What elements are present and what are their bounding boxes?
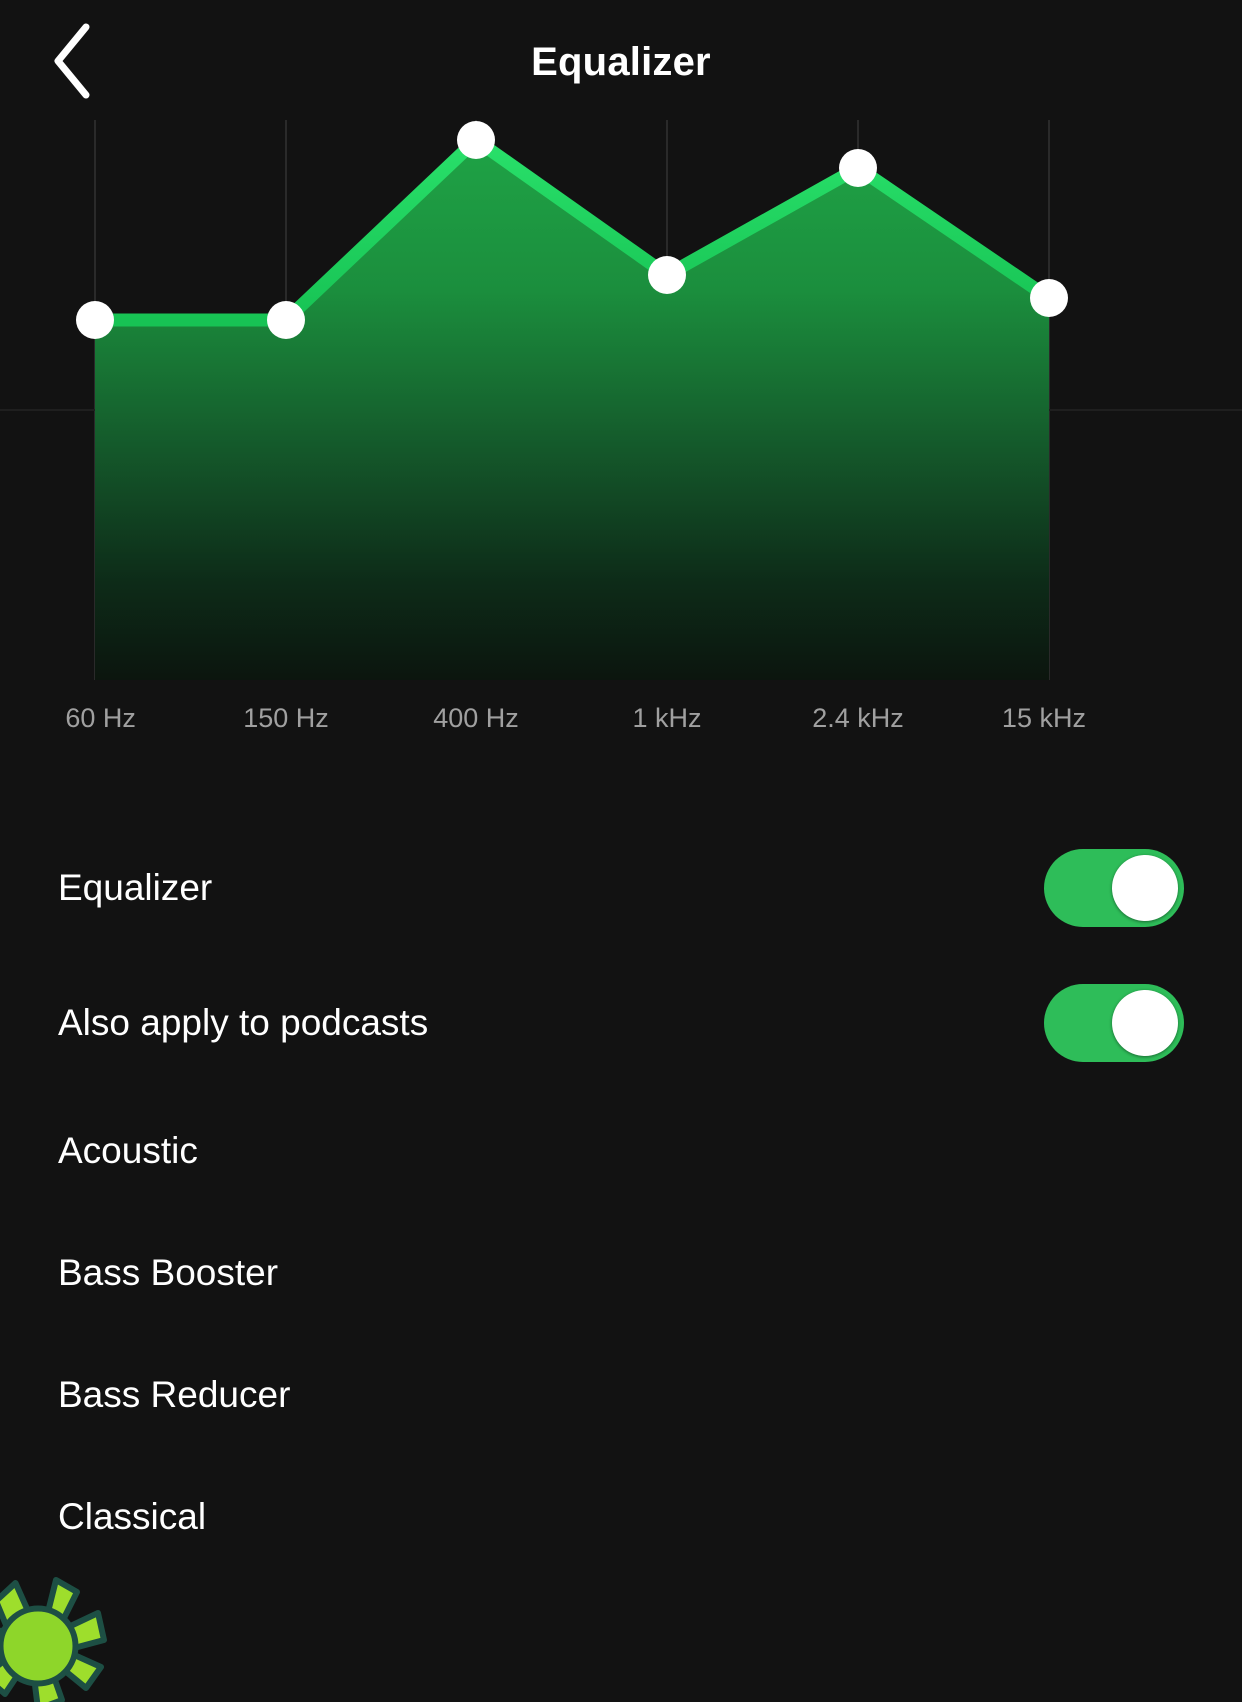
row-equalizer-toggle[interactable]: Equalizer	[0, 820, 1242, 955]
axis-tick-150hz: 150 Hz	[243, 703, 329, 733]
preset-item-bass-booster[interactable]: Bass Booster	[0, 1212, 1242, 1334]
row-label-podcasts: Also apply to podcasts	[58, 1001, 429, 1043]
axis-tick-2p4khz: 2.4 kHz	[812, 703, 904, 733]
preset-label: Classical	[58, 1496, 207, 1537]
band-handle-2p4khz[interactable]	[839, 149, 877, 187]
axis-tick-15khz: 15 kHz	[1001, 703, 1086, 733]
preset-label: Bass Reducer	[58, 1374, 291, 1415]
preset-label: Bass Booster	[58, 1252, 279, 1293]
app-header: Equalizer	[0, 0, 1242, 120]
podcasts-toggle-switch[interactable]	[1044, 983, 1184, 1062]
row-podcasts-toggle[interactable]: Also apply to podcasts	[0, 955, 1242, 1090]
equalizer-screen: Equalizer 60 Hz 150 Hz 400 Hz 1 kHz 2.4 …	[0, 0, 1242, 1702]
row-label-equalizer: Equalizer	[58, 866, 213, 908]
band-handle-15khz[interactable]	[1030, 279, 1068, 317]
preset-item-acoustic[interactable]: Acoustic	[0, 1090, 1242, 1212]
equalizer-chart[interactable]	[0, 110, 1242, 690]
band-handle-1khz[interactable]	[648, 256, 686, 294]
preset-item-bass-reducer[interactable]: Bass Reducer	[0, 1334, 1242, 1456]
band-handle-150hz[interactable]	[267, 301, 305, 339]
flower-cursor-icon	[0, 1568, 116, 1702]
axis-tick-60hz: 60 Hz	[65, 703, 136, 733]
chart-axis-labels: 60 Hz 150 Hz 400 Hz 1 kHz 2.4 kHz 15 kHz	[0, 700, 1242, 746]
axis-tick-400hz: 400 Hz	[433, 703, 519, 733]
chart-area-fill	[95, 140, 1049, 680]
equalizer-curve-svg[interactable]	[0, 110, 1242, 690]
preset-item-classical[interactable]: Classical	[0, 1456, 1242, 1578]
axis-tick-1khz: 1 kHz	[632, 703, 702, 733]
equalizer-toggle-switch[interactable]	[1044, 848, 1184, 927]
preset-label: Acoustic	[58, 1130, 198, 1171]
page-title: Equalizer	[531, 40, 711, 84]
settings-list: Equalizer Also apply to podcasts Acousti…	[0, 820, 1242, 1578]
band-handle-400hz[interactable]	[457, 121, 495, 159]
toggle-knob	[1112, 989, 1178, 1056]
band-handle-60hz[interactable]	[76, 301, 114, 339]
toggle-knob	[1112, 854, 1178, 921]
